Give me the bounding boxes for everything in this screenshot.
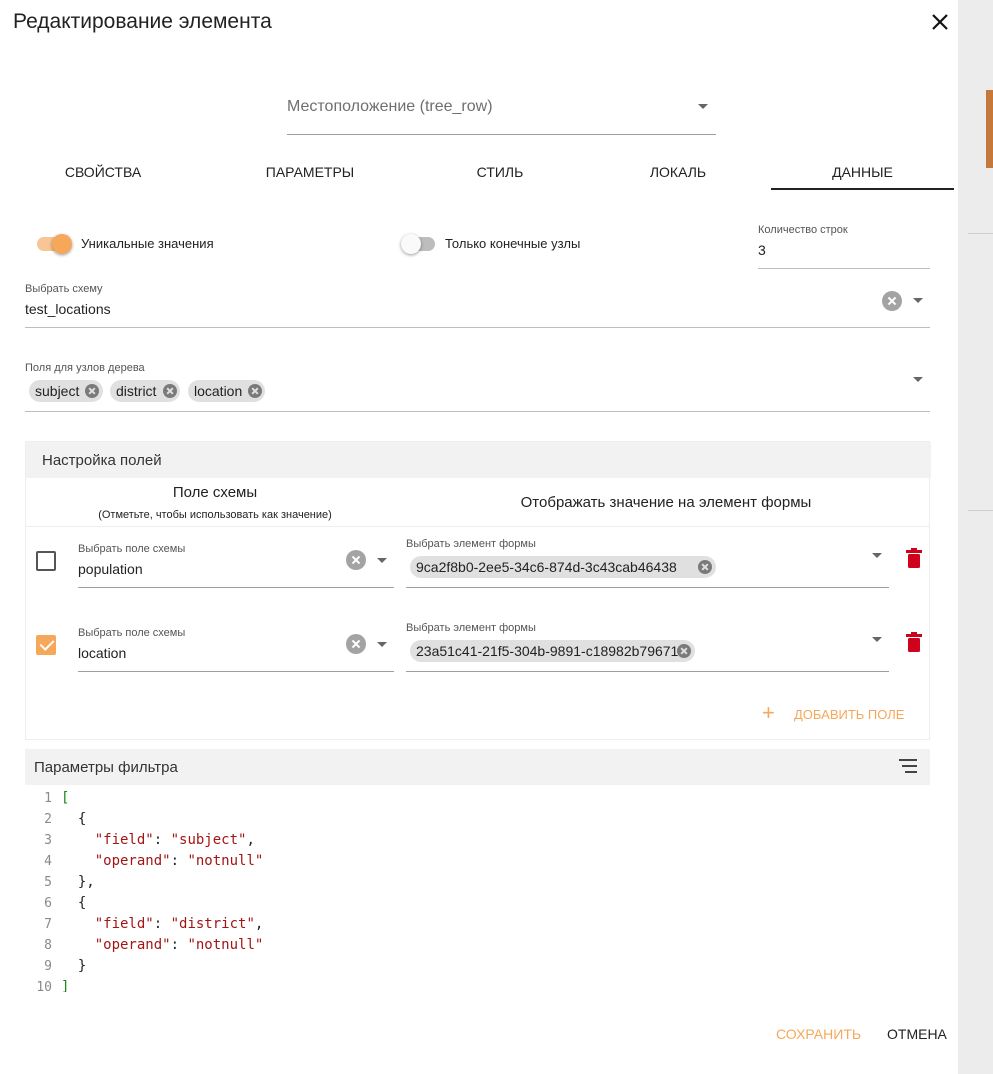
form-element-chip: 9ca2f8b0-2ee5-34c6-874d-3c43cab46438: [410, 556, 716, 578]
filter-params-title: Параметры фильтра: [34, 759, 178, 776]
location-select[interactable]: Местоположение (tree_row): [287, 85, 716, 135]
chip-remove-icon[interactable]: [163, 384, 177, 398]
code-line: {: [61, 895, 87, 911]
chip-location: location: [188, 380, 265, 402]
location-select-value: Местоположение (tree_row): [287, 98, 493, 115]
form-element-label: Выбрать элемент формы: [406, 622, 536, 634]
unique-values-toggle[interactable]: [37, 234, 73, 254]
chip-subject: subject: [29, 380, 103, 402]
schema-chevron-down-icon[interactable]: [913, 298, 923, 303]
cancel-button[interactable]: ОТМЕНА: [887, 1026, 947, 1042]
schema-field-select[interactable]: location: [78, 645, 338, 671]
tab-data[interactable]: ДАННЫЕ: [771, 155, 954, 190]
clear-schema-field-icon[interactable]: [346, 634, 366, 654]
schema-field-select[interactable]: population: [78, 561, 338, 587]
schema-select[interactable]: test_locations: [25, 301, 875, 327]
row-count-input[interactable]: 3: [758, 242, 930, 268]
background-overlay: [958, 0, 993, 1074]
leaf-only-label: Только конечные узлы: [445, 236, 581, 251]
tree-fields-underline: [25, 411, 930, 412]
add-field-label: ДОБАВИТЬ ПОЛЕ: [794, 707, 905, 722]
save-button[interactable]: СОХРАНИТЬ: [776, 1026, 861, 1042]
clear-schema-field-icon[interactable]: [346, 550, 366, 570]
tab-style[interactable]: СТИЛЬ: [410, 155, 590, 190]
row-count-label: Количество строк: [758, 224, 848, 236]
col-schema-hint: (Отметьте, чтобы использовать как значен…: [98, 509, 332, 521]
delete-row-icon[interactable]: [906, 548, 922, 568]
form-element-chevron-down-icon[interactable]: [872, 637, 882, 642]
use-as-value-checkbox[interactable]: [36, 551, 56, 571]
form-element-chip: 23a51c41-21f5-304b-9891-c18982b79671: [410, 640, 695, 662]
close-icon[interactable]: [928, 10, 952, 34]
code-line: "field": "subject",: [94, 832, 255, 848]
edit-element-dialog: Редактирование элемента Местоположение (…: [0, 0, 958, 1074]
schema-field-label: Выбрать поле схемы: [78, 543, 186, 555]
code-line: [: [61, 790, 70, 806]
fields-settings-panel: Настройка полей Поле схемы (Отметьте, чт…: [25, 441, 931, 740]
clear-schema-icon[interactable]: [882, 291, 902, 311]
schema-field-chevron-down-icon[interactable]: [377, 642, 387, 647]
filter-code-editor[interactable]: 1 2 3 4 5 6 7 8 9 10 [ { "field": "subje…: [25, 785, 930, 992]
tree-fields-chevron-down-icon[interactable]: [913, 377, 923, 382]
format-menu-icon[interactable]: [899, 758, 917, 774]
tab-properties[interactable]: СВОЙСТВА: [13, 155, 193, 190]
chip-remove-icon[interactable]: [698, 560, 712, 574]
delete-row-icon[interactable]: [906, 632, 922, 652]
form-element-label: Выбрать элемент формы: [406, 538, 536, 550]
code-line: }: [61, 958, 87, 974]
row-count-underline: [758, 268, 930, 269]
tab-parameters[interactable]: ПАРАМЕТРЫ: [220, 155, 400, 190]
code-line: "operand": "notnull": [94, 853, 264, 869]
col-display-element: Отображать значение на элемент формы: [520, 494, 812, 511]
code-line: "operand": "notnull": [94, 937, 264, 953]
use-as-value-checkbox[interactable]: [36, 635, 56, 655]
schema-underline: [25, 327, 930, 328]
line-number-gutter: 1 2 3 4 5 6 7 8 9 10: [36, 791, 52, 992]
unique-values-label: Уникальные значения: [81, 236, 214, 251]
code-line: {: [61, 811, 87, 827]
schema-field-chevron-down-icon[interactable]: [377, 558, 387, 563]
fields-panel-title: Настройка полей: [42, 452, 162, 469]
tab-locale[interactable]: ЛОКАЛЬ: [588, 155, 768, 190]
code-line: "field": "district",: [94, 916, 264, 932]
code-line: ]: [61, 979, 70, 992]
chip-remove-icon[interactable]: [85, 384, 99, 398]
filter-params-header: Параметры фильтра: [25, 749, 930, 785]
plus-icon: +: [762, 700, 775, 725]
tab-bar: СВОЙСТВА ПАРАМЕТРЫ СТИЛЬ ЛОКАЛЬ ДАННЫЕ: [13, 155, 954, 190]
schema-label: Выбрать схему: [25, 283, 103, 295]
code-line: },: [61, 874, 95, 890]
form-element-chevron-down-icon[interactable]: [872, 553, 882, 558]
col-schema-field: Поле схемы: [172, 484, 258, 501]
schema-field-label: Выбрать поле схемы: [78, 627, 186, 639]
chip-remove-icon[interactable]: [248, 384, 262, 398]
chip-district: district: [110, 380, 180, 402]
tree-fields-label: Поля для узлов дерева: [25, 362, 145, 374]
dialog-title: Редактирование элемента: [13, 10, 272, 33]
chevron-down-icon: [698, 104, 708, 109]
chip-remove-icon[interactable]: [677, 644, 691, 658]
leaf-only-toggle[interactable]: [401, 234, 437, 254]
